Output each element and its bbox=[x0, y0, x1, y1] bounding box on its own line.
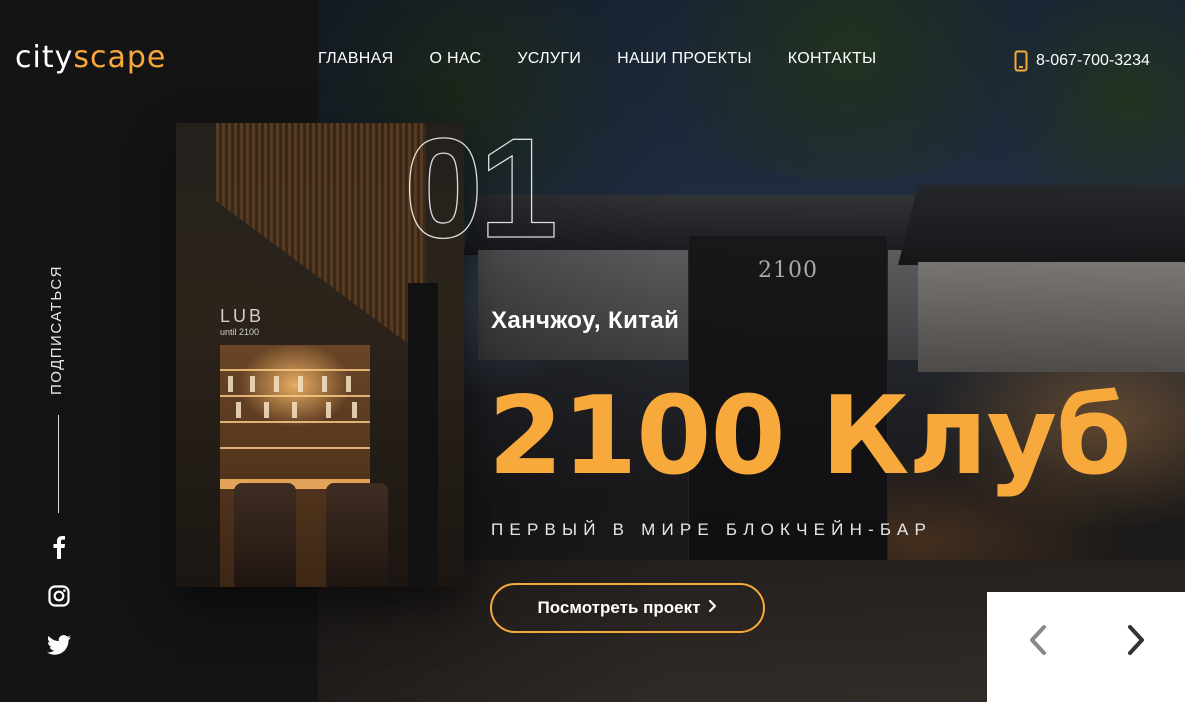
nav-item-contacts[interactable]: КОНТАКТЫ bbox=[788, 50, 877, 68]
subscribe-link[interactable]: ПОДПИСАТЬСЯ bbox=[48, 250, 72, 395]
nav-item-about[interactable]: О НАС bbox=[430, 50, 482, 68]
nav-item-projects[interactable]: НАШИ ПРОЕКТЫ bbox=[617, 50, 752, 68]
header-phone[interactable]: 8-067-700-3234 bbox=[1014, 50, 1150, 72]
instagram-icon[interactable] bbox=[46, 583, 72, 609]
view-project-button[interactable]: Посмотреть проект bbox=[490, 583, 765, 633]
chevron-right-icon bbox=[1126, 624, 1146, 661]
logo-text-scape: scape bbox=[73, 40, 167, 75]
chevron-right-icon bbox=[708, 598, 717, 618]
slider-controls bbox=[987, 592, 1185, 702]
prev-slide-button[interactable] bbox=[1023, 622, 1053, 662]
project-location: Ханчжоу, Китай bbox=[491, 307, 680, 334]
phone-number: 8-067-700-3234 bbox=[1036, 52, 1150, 69]
facebook-icon[interactable] bbox=[46, 534, 72, 560]
next-slide-button[interactable] bbox=[1121, 622, 1151, 662]
nav-item-services[interactable]: УСЛУГИ bbox=[517, 50, 581, 68]
subscribe-label: ПОДПИСАТЬСЯ bbox=[48, 264, 65, 395]
chevron-left-icon bbox=[1028, 624, 1048, 661]
sidebar-divider bbox=[58, 415, 59, 513]
twitter-icon[interactable] bbox=[46, 632, 72, 658]
project-title: 2100 Клуб bbox=[488, 374, 1131, 499]
main-nav: ГЛАВНАЯ О НАС УСЛУГИ НАШИ ПРОЕКТЫ КОНТАК… bbox=[318, 50, 877, 68]
mobile-phone-icon bbox=[1014, 50, 1028, 72]
nav-item-home[interactable]: ГЛАВНАЯ bbox=[318, 50, 394, 68]
project-subtitle: ПЕРВЫЙ В МИРЕ БЛОКЧЕЙН-БАР bbox=[491, 520, 932, 539]
view-project-label: Посмотреть проект bbox=[537, 598, 701, 617]
slide-number: 01 bbox=[403, 109, 558, 268]
logo-text-city: city bbox=[15, 40, 74, 75]
site-logo[interactable]: cityscape bbox=[15, 40, 166, 75]
